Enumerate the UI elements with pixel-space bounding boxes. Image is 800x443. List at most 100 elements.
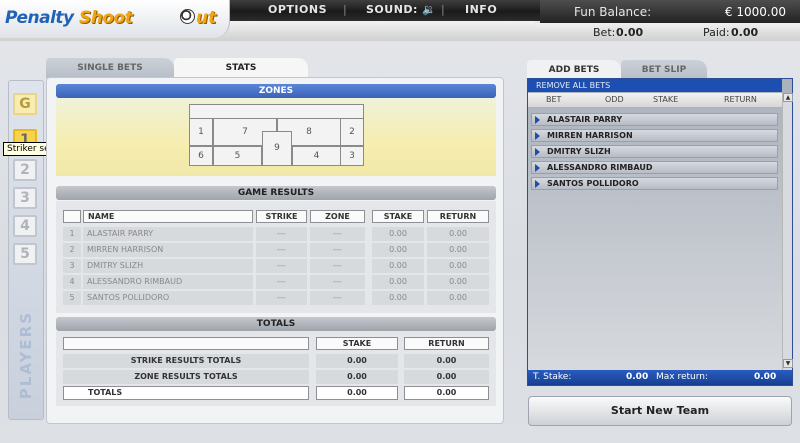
col-zone-header: ZONE [310,210,365,223]
totals-label-header [63,337,309,350]
row-return: 0.00 [427,291,489,305]
row-stake: 0.00 [372,227,424,241]
players-panel: G 1 2 3 4 5 PLAYERS [8,80,44,420]
paid-label: Paid: [703,26,730,39]
bet-paid-bar: Bet: 0.00 Paid: 0.00 [535,23,800,41]
scroll-up-arrow-icon[interactable]: ▲ [783,93,793,102]
bet-player-name: MIRREN HARRISON [547,131,633,140]
table-row: 5 SANTOS POLLIDORO --- --- 0.00 0.00 [63,291,489,305]
player-2-button[interactable]: 2 [13,159,37,181]
remove-all-bets-button[interactable]: REMOVE ALL BETS [528,79,782,92]
totals-row-stake: 0.00 [316,354,398,368]
menu-separator: | [441,3,445,16]
bet-player-name: SANTOS POLLIDORO [547,179,639,188]
zone-3[interactable]: 3 [340,146,364,166]
row-return: 0.00 [427,227,489,241]
row-zone: --- [310,227,365,241]
row-zone: --- [310,291,365,305]
expand-arrow-icon [535,148,540,156]
row-player-name: ALESSANDRO RIMBAUD [83,275,253,289]
players-label: PLAYERS [17,311,35,400]
return-col-header: RETURN [724,95,757,104]
bet-label: Bet: [593,26,616,39]
zone-2[interactable]: 2 [340,118,364,146]
bet-player-row[interactable]: ALESSANDRO RIMBAUD [531,161,778,174]
bet-player-row[interactable]: ALASTAIR PARRY [531,113,778,126]
totals-row-return: 0.00 [404,370,489,384]
balance-bar: Fun Balance: € 1000.00 [540,0,800,23]
zone-4[interactable]: 4 [292,146,341,166]
row-number: 4 [63,275,81,289]
zone-5[interactable]: 5 [213,146,262,166]
totals-row-stake: 0.00 [316,370,398,384]
zones-header: ZONES [56,84,496,98]
row-strike: --- [256,243,307,257]
player-5-button[interactable]: 5 [13,243,37,265]
zone-1[interactable]: 1 [189,118,213,146]
row-number: 1 [63,227,81,241]
row-player-name: SANTOS POLLIDORO [83,291,253,305]
row-number: 3 [63,259,81,273]
menu-separator: | [343,3,347,16]
bet-player-row[interactable]: DMITRY SLIZH [531,145,778,158]
bets-column-headers: BET ODD STAKE RETURN [528,93,782,107]
player-4-button[interactable]: 4 [13,215,37,237]
totals-row-return: 0.00 [404,386,489,400]
options-menu[interactable]: OPTIONS [268,3,327,16]
max-return-label: Max return: [656,372,709,382]
tab-bet-slip[interactable]: BET SLIP [621,60,707,80]
row-player-name: ALASTAIR PARRY [83,227,253,241]
max-return-value: 0.00 [754,372,777,382]
col-return-header: RETURN [427,210,489,223]
row-stake: 0.00 [372,243,424,257]
bets-totals-bar: T. Stake: 0.00 Max return: 0.00 [528,370,792,385]
stake-col-header: STAKE [653,95,679,104]
bet-player-row[interactable]: MIRREN HARRISON [531,129,778,142]
zones-area: 1 7 8 2 6 5 9 4 3 [56,98,496,176]
totals-row-return: 0.00 [404,354,489,368]
totals-row: TOTALS 0.00 0.00 [63,386,489,400]
start-new-team-button[interactable]: Start New Team [528,396,792,426]
row-player-name: MIRREN HARRISON [83,243,253,257]
game-logo: Penalty Shoot ut [0,0,230,38]
totals-row-label: STRIKE RESULTS TOTALS [63,354,309,368]
scroll-down-arrow-icon[interactable]: ▼ [783,359,793,368]
col-stake-header: STAKE [372,210,424,223]
goalkeeper-button[interactable]: G [13,93,37,115]
tab-single-bets[interactable]: SINGLE BETS [46,58,174,78]
expand-arrow-icon [535,132,540,140]
expand-arrow-icon [535,180,540,188]
row-return: 0.00 [427,259,489,273]
bet-player-name: ALASTAIR PARRY [547,115,623,124]
totals-return-header: RETURN [404,337,489,350]
bet-value: 0.00 [616,26,644,39]
tab-stats[interactable]: STATS [174,58,308,78]
row-stake: 0.00 [372,259,424,273]
info-menu[interactable]: INFO [465,3,497,16]
game-results-header: GAME RESULTS [56,186,496,200]
sound-toggle[interactable]: SOUND: 🔉 [366,3,436,16]
row-stake: 0.00 [372,275,424,289]
row-number: 5 [63,291,81,305]
row-zone: --- [310,243,365,257]
total-stake-value: 0.00 [626,372,649,382]
col-strike-header: STRIKE [256,210,307,223]
row-zone: --- [310,259,365,273]
zone-9[interactable]: 9 [262,131,292,166]
player-3-button[interactable]: 3 [13,187,37,209]
total-stake-label: T. Stake: [533,372,572,382]
row-strike: --- [256,227,307,241]
logo-text-penalty: Penalty [5,8,74,28]
table-row: 3 DMITRY SLIZH --- --- 0.00 0.00 [63,259,489,273]
row-zone: --- [310,275,365,289]
row-return: 0.00 [427,275,489,289]
row-return: 0.00 [427,243,489,257]
table-row: 4 ALESSANDRO RIMBAUD --- --- 0.00 0.00 [63,275,489,289]
bet-player-name: ALESSANDRO RIMBAUD [547,163,653,172]
balance-value: € 1000.00 [724,5,786,19]
zone-6[interactable]: 6 [189,146,213,166]
bet-player-row[interactable]: SANTOS POLLIDORO [531,177,778,190]
table-row: 2 MIRREN HARRISON --- --- 0.00 0.00 [63,243,489,257]
tab-add-bets[interactable]: ADD BETS [527,60,621,80]
bets-scrollbar[interactable]: ▲ ▼ [782,93,793,370]
